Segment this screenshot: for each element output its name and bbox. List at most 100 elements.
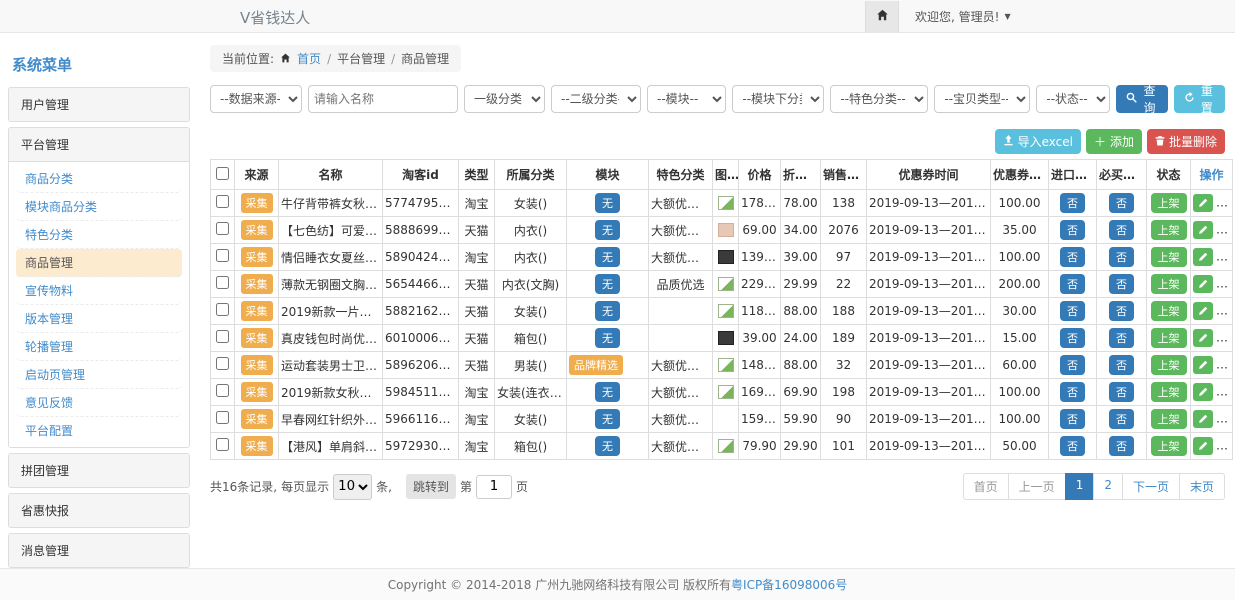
sidebar-item[interactable]: 特色分类 [16,221,182,249]
import-select-badge[interactable]: 否 [1060,328,1085,348]
row-checkbox[interactable] [216,222,229,235]
pager-button[interactable]: 上一页 [1008,473,1066,500]
import-select-badge[interactable]: 否 [1060,301,1085,321]
import-select-badge[interactable]: 否 [1060,247,1085,267]
import-select-badge[interactable]: 否 [1060,193,1085,213]
edit-button[interactable] [1193,329,1213,347]
pager-button[interactable]: 首页 [963,473,1009,500]
must-buy-badge[interactable]: 否 [1109,409,1134,429]
row-checkbox[interactable] [216,249,229,262]
import-select-badge[interactable]: 否 [1060,436,1085,456]
sidebar-item[interactable]: 轮播管理 [16,333,182,361]
sidebar-section-header[interactable]: 用户管理 [9,88,189,121]
status-badge[interactable]: 上架 [1151,274,1187,294]
reset-button[interactable]: 重置 [1174,85,1225,113]
must-buy-badge[interactable]: 否 [1109,247,1134,267]
level2-category-select[interactable]: --二级分类-- [551,85,641,113]
module-sub-category-select[interactable]: --模块下分类-- [732,85,824,113]
edit-button[interactable] [1193,194,1213,212]
status-badge[interactable]: 上架 [1151,220,1187,240]
sidebar-item[interactable]: 商品分类 [16,165,182,193]
import-select-badge[interactable]: 否 [1060,220,1085,240]
row-checkbox[interactable] [216,411,229,424]
page-size-select[interactable]: 10 [333,474,372,500]
sidebar-item[interactable]: 平台配置 [16,417,182,444]
row-checkbox[interactable] [216,357,229,370]
status-select[interactable]: --状态-- [1036,85,1110,113]
row-checkbox[interactable] [216,330,229,343]
edit-button[interactable] [1193,275,1213,293]
reset-button-label: 重置 [1199,82,1215,116]
status-badge[interactable]: 上架 [1151,436,1187,456]
sidebar-section-header[interactable]: 拼团管理 [9,454,189,487]
pager-button[interactable]: 1 [1065,473,1095,500]
row-checkbox[interactable] [216,303,229,316]
select-all-checkbox[interactable] [216,167,229,180]
import-excel-button[interactable]: 导入excel [995,129,1081,154]
row-checkbox[interactable] [216,438,229,451]
must-buy-badge[interactable]: 否 [1109,355,1134,375]
page-number-input[interactable] [476,475,512,499]
status-badge[interactable]: 上架 [1151,328,1187,348]
sidebar-item[interactable]: 启动页管理 [16,361,182,389]
batch-delete-button[interactable]: 批量删除 [1147,129,1225,154]
pager-button[interactable]: 2 [1093,473,1123,500]
data-source-select[interactable]: --数据来源-- [210,85,302,113]
sidebar-item[interactable]: 模块商品分类 [16,193,182,221]
name-input[interactable] [308,85,458,113]
feature-category-select[interactable]: --特色分类-- [830,85,928,113]
must-buy-badge[interactable]: 否 [1109,382,1134,402]
pager-button[interactable]: 末页 [1179,473,1225,500]
must-buy-badge[interactable]: 否 [1109,193,1134,213]
edit-button[interactable] [1193,302,1213,320]
sidebar-item[interactable]: 宣传物料 [16,277,182,305]
breadcrumb-home-link[interactable]: 首页 [297,50,321,67]
row-checkbox[interactable] [216,276,229,289]
must-buy-badge[interactable]: 否 [1109,220,1134,240]
user-menu[interactable]: 欢迎您, 管理员! ▼ [899,8,1011,25]
row-checkbox[interactable] [216,384,229,397]
module-cell: 无 [567,298,649,325]
status-badge[interactable]: 上架 [1151,193,1187,213]
add-button[interactable]: ＋ 添加 [1086,129,1142,154]
must-buy-badge[interactable]: 否 [1109,301,1134,321]
edit-button[interactable] [1193,383,1213,401]
edit-button[interactable] [1193,356,1213,374]
import-select-badge[interactable]: 否 [1060,382,1085,402]
row-checkbox[interactable] [216,195,229,208]
item-type-select[interactable]: --宝贝类型-- [934,85,1030,113]
icp-link[interactable]: 粤ICP备16098006号 [731,576,847,593]
jump-button[interactable]: 跳转到 [406,474,456,499]
coupon-time: 2019-09-13—2019-09-18 [867,433,991,460]
sidebar-section-header[interactable]: 消息管理 [9,534,189,567]
status-badge[interactable]: 上架 [1151,301,1187,321]
status-badge[interactable]: 上架 [1151,247,1187,267]
price: 159.90 [739,406,781,433]
sidebar-section-header[interactable]: 平台管理 [9,128,189,161]
home-button[interactable] [865,1,899,33]
coupon-amount: 100.00 [991,379,1049,406]
pager-button[interactable]: 下一页 [1122,473,1180,500]
sidebar-section-header[interactable]: 省惠快报 [9,494,189,527]
status-badge[interactable]: 上架 [1151,382,1187,402]
row-checkbox-cell [211,433,235,460]
must-buy-badge[interactable]: 否 [1109,328,1134,348]
import-select-badge[interactable]: 否 [1060,274,1085,294]
status-badge[interactable]: 上架 [1151,355,1187,375]
import-select-badge[interactable]: 否 [1060,355,1085,375]
edit-button[interactable] [1193,221,1213,239]
import-select-badge[interactable]: 否 [1060,409,1085,429]
edit-button[interactable] [1193,248,1213,266]
edit-button[interactable] [1193,410,1213,428]
must-buy-badge[interactable]: 否 [1109,274,1134,294]
sidebar-item[interactable]: 版本管理 [16,305,182,333]
status-badge[interactable]: 上架 [1151,409,1187,429]
level1-category-select[interactable]: 一级分类 [464,85,545,113]
module-select[interactable]: --模块-- [647,85,726,113]
sidebar-item[interactable]: 商品管理 [16,249,182,277]
query-button[interactable]: 查询 [1116,85,1167,113]
edit-button[interactable] [1193,437,1213,455]
must-buy-badge[interactable]: 否 [1109,436,1134,456]
sidebar-item[interactable]: 意见反馈 [16,389,182,417]
edit-icon [1198,252,1208,262]
